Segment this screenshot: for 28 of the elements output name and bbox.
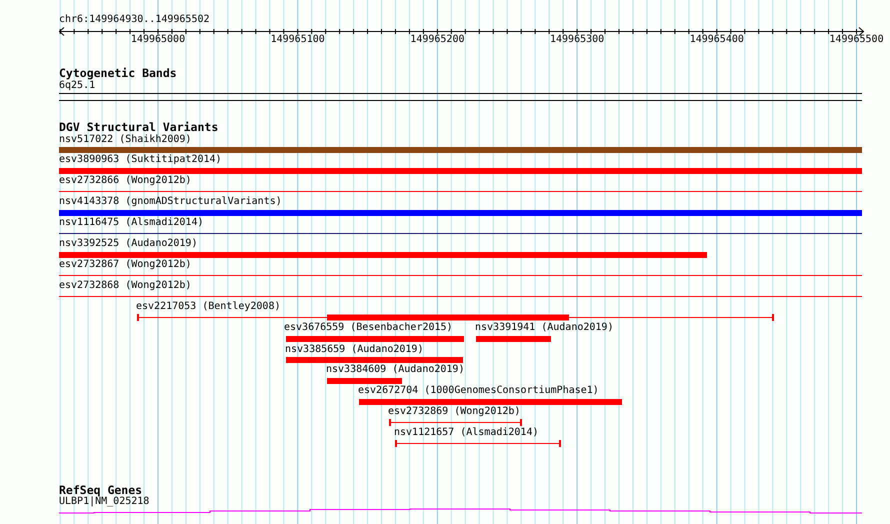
ruler-tick-label: 149965300 [549, 34, 606, 46]
variant-label: esv3676559 (Besenbacher2015) [284, 322, 453, 334]
variant-label: esv2732867 (Wong2012b) [59, 259, 192, 271]
ruler-tick-label: 149965000 [130, 34, 186, 46]
variant-label: nsv3384609 (Audano2019) [326, 364, 464, 376]
variant-label: nsv4143378 (gnomADStructuralVariants) [59, 196, 282, 208]
location-text: chr6:149964930..149965502 [59, 14, 210, 26]
gene-label: ULBP1|NM_025218 [59, 496, 150, 508]
variant-label: nsv3385659 (Audano2019) [285, 344, 424, 356]
variant-label: nsv3391941 (Audano2019) [475, 322, 614, 334]
ruler-tick-label: 149965200 [409, 34, 466, 46]
track-title: RefSeq Genes [59, 484, 142, 496]
variant-label: esv3890963 (Suktitipat2014) [59, 154, 222, 166]
variant-label: esv2217053 (Bentley2008) [136, 301, 280, 313]
variant-label: esv2732868 (Wong2012b) [59, 280, 192, 292]
track-title: Cytogenetic Bands [59, 67, 177, 79]
variant-label: esv2672704 (1000GenomesConsortiumPhase1) [358, 385, 599, 397]
cytoband-label: 6q25.1 [59, 80, 96, 92]
variant-label: esv2732866 (Wong2012b) [59, 175, 192, 187]
variant-label: nsv1116475 (Alsmadi2014) [59, 217, 204, 229]
ruler-tick-label: 149965100 [270, 34, 326, 46]
ruler-tick-label: 149965500 [828, 34, 884, 46]
ruler-tick-label: 149965400 [688, 34, 745, 46]
variant-label: nsv517022 (Shaikh2009) [59, 134, 192, 146]
variant-label: nsv1121657 (Alsmadi2014) [394, 427, 538, 439]
track-title: DGV Structural Variants [59, 121, 218, 133]
variant-label: nsv3392525 (Audano2019) [59, 238, 198, 250]
variant-label: esv2732869 (Wong2012b) [388, 406, 520, 418]
